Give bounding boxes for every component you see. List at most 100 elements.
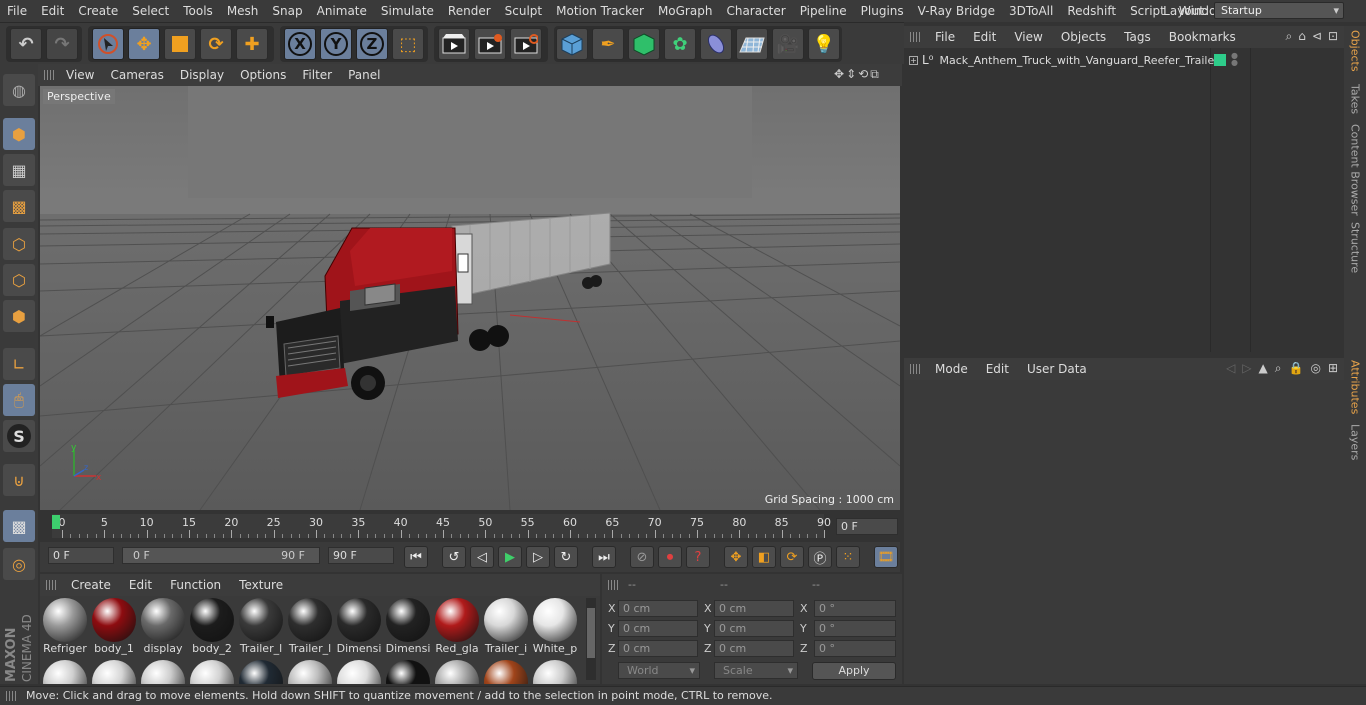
- timeline-ruler[interactable]: 0 5 10 15 20 25 30 35 40 45 50 55 60 65 70 75 80 85 90 0 F: [40, 512, 900, 542]
- menu-v-ray-bridge[interactable]: V-Ray Bridge: [911, 0, 1002, 22]
- menu-pipeline[interactable]: Pipeline: [793, 0, 854, 22]
- viewport-menu-view[interactable]: View: [58, 68, 102, 82]
- polygons-mode-icon[interactable]: ⬢: [3, 300, 35, 332]
- timeline-window-icon[interactable]: 🎞: [874, 546, 898, 568]
- coord-value-field[interactable]: 0 cm: [714, 620, 794, 637]
- render-picture-viewer-icon[interactable]: [474, 28, 506, 60]
- render-view-icon[interactable]: [438, 28, 470, 60]
- target-icon[interactable]: ◎: [1310, 361, 1320, 376]
- material-swatch[interactable]: Trailer_l: [287, 598, 333, 655]
- material-swatch[interactable]: [287, 660, 333, 684]
- go-to-start-icon[interactable]: ⏮: [404, 546, 428, 568]
- redo-icon[interactable]: ↷: [46, 28, 78, 60]
- coord-value-field[interactable]: 0 cm: [618, 620, 698, 637]
- tweak-mode-icon[interactable]: 🖱: [3, 384, 35, 416]
- workplane-lock-icon[interactable]: ▩: [3, 510, 35, 542]
- next-key-icon[interactable]: ↻: [554, 546, 578, 568]
- playhead[interactable]: [52, 515, 60, 529]
- material-swatch[interactable]: [532, 660, 578, 684]
- tab-takes[interactable]: Takes: [1346, 84, 1364, 120]
- points-mode-icon[interactable]: ⬡: [3, 228, 35, 260]
- layout-dropdown[interactable]: Startup: [1214, 2, 1344, 19]
- coord-value-field[interactable]: 0 °: [814, 640, 896, 657]
- viewport-menu-panel[interactable]: Panel: [340, 68, 388, 82]
- material-menu-function[interactable]: Function: [161, 578, 230, 592]
- menu-select[interactable]: Select: [125, 0, 176, 22]
- coord-value-field[interactable]: 0 cm: [618, 640, 698, 657]
- scale-icon[interactable]: [164, 28, 196, 60]
- coord-size-dropdown[interactable]: Scale: [714, 662, 798, 679]
- menu-mesh[interactable]: Mesh: [220, 0, 266, 22]
- material-swatch[interactable]: body_2: [189, 598, 235, 655]
- attribute-menu-user-data[interactable]: User Data: [1018, 362, 1096, 376]
- dolly-icon[interactable]: ⇕: [846, 67, 856, 83]
- move-alt-icon[interactable]: ✚: [236, 28, 268, 60]
- maximize-icon[interactable]: ⧉: [870, 67, 879, 83]
- key-position-icon[interactable]: ✥: [724, 546, 748, 568]
- tab-objects[interactable]: Objects: [1346, 30, 1364, 80]
- layer-tag-icon[interactable]: [1214, 54, 1226, 66]
- material-swatch[interactable]: White_p: [532, 598, 578, 655]
- subdivision-icon[interactable]: [628, 28, 660, 60]
- next-frame-icon[interactable]: ▷: [526, 546, 550, 568]
- end-frame-field[interactable]: 90 F: [328, 547, 394, 564]
- light-icon[interactable]: 💡: [808, 28, 840, 60]
- back-icon[interactable]: ⊲: [1312, 29, 1322, 44]
- material-swatch[interactable]: [238, 660, 284, 684]
- material-menu-edit[interactable]: Edit: [120, 578, 161, 592]
- visibility-dots-icon[interactable]: ● ●: [1231, 52, 1238, 67]
- start-frame-field[interactable]: 0 F: [48, 547, 114, 564]
- panel-grip[interactable]: [608, 580, 618, 590]
- menu-render[interactable]: Render: [441, 0, 498, 22]
- menu-mograph[interactable]: MoGraph: [651, 0, 720, 22]
- menu-animate[interactable]: Animate: [310, 0, 374, 22]
- lock-icon[interactable]: 🔒: [1289, 361, 1304, 376]
- material-menu-create[interactable]: Create: [62, 578, 120, 592]
- home-icon[interactable]: ⌂: [1298, 29, 1306, 44]
- y-axis-icon[interactable]: Y: [320, 28, 352, 60]
- panel-grip[interactable]: [46, 580, 56, 590]
- coord-value-field[interactable]: 0 °: [814, 620, 896, 637]
- coordinate-system-icon[interactable]: ⬚: [392, 28, 424, 60]
- camera-icon[interactable]: 🎥: [772, 28, 804, 60]
- material-swatch[interactable]: Dimensi: [385, 598, 431, 655]
- material-swatch[interactable]: [140, 660, 186, 684]
- material-swatch[interactable]: display: [140, 598, 186, 655]
- panel-grip[interactable]: [6, 691, 16, 701]
- menu-3dtoall[interactable]: 3DToAll: [1002, 0, 1060, 22]
- deformer-icon[interactable]: [700, 28, 732, 60]
- axis-mode-icon[interactable]: ∟: [3, 348, 35, 380]
- back-arrow-icon[interactable]: ◁: [1226, 361, 1235, 376]
- sphere-mode-icon[interactable]: ◍: [3, 74, 35, 106]
- coord-value-field[interactable]: 0 cm: [618, 600, 698, 617]
- apply-button[interactable]: Apply: [812, 662, 896, 680]
- material-scrollbar[interactable]: [586, 598, 596, 680]
- texture-mode-icon[interactable]: ▦: [3, 154, 35, 186]
- select-arrow-icon[interactable]: [92, 28, 124, 60]
- material-swatch[interactable]: Refriger: [42, 598, 88, 655]
- record-keys-icon[interactable]: ⊘: [630, 546, 654, 568]
- viewport-menu-options[interactable]: Options: [232, 68, 294, 82]
- coord-value-field[interactable]: 0 °: [814, 600, 896, 617]
- search-icon[interactable]: ⌕: [1286, 29, 1293, 44]
- menu-create[interactable]: Create: [71, 0, 125, 22]
- perspective-viewport[interactable]: Perspective y x z Grid Spacing : 1000 cm: [40, 86, 900, 510]
- solo-mode-icon[interactable]: S: [3, 420, 35, 452]
- object-name[interactable]: Mack_Anthem_Truck_with_Vanguard_Reefer_T…: [940, 54, 1219, 67]
- material-swatch[interactable]: [91, 660, 137, 684]
- frame-range-slider[interactable]: 0 F 90 F: [122, 547, 320, 564]
- orbit-icon[interactable]: ⟲: [858, 67, 868, 83]
- tab-content-browser[interactable]: Content Browser: [1346, 124, 1364, 218]
- rotate-icon[interactable]: ⟳: [200, 28, 232, 60]
- x-axis-icon[interactable]: X: [284, 28, 316, 60]
- tab-structure[interactable]: Structure: [1346, 222, 1364, 278]
- new-window-icon[interactable]: ⊡: [1328, 29, 1338, 44]
- move-icon[interactable]: ✥: [128, 28, 160, 60]
- viewport-menu-display[interactable]: Display: [172, 68, 232, 82]
- object-row[interactable]: + L⁰ Mack_Anthem_Truck_with_Vanguard_Ree…: [904, 50, 1344, 70]
- menu-plugins[interactable]: Plugins: [854, 0, 911, 22]
- pointer-icon[interactable]: ▲: [1259, 361, 1268, 376]
- menu-snap[interactable]: Snap: [265, 0, 309, 22]
- workplane-mode-icon[interactable]: ▩: [3, 190, 35, 222]
- object-menu-tags[interactable]: Tags: [1115, 30, 1160, 44]
